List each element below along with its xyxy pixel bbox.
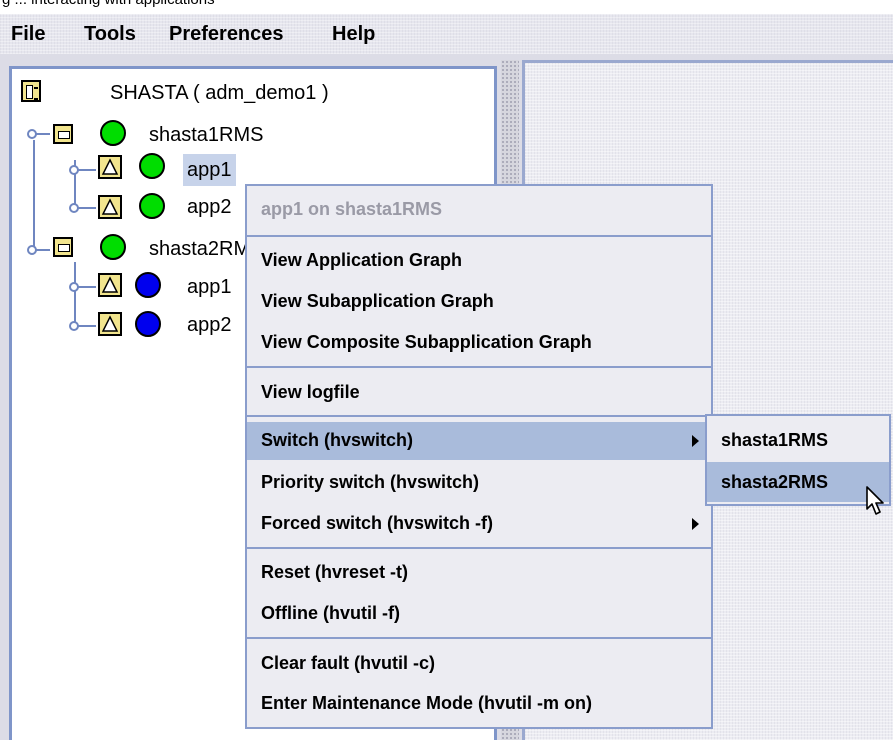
cluster-icon [21,80,41,102]
menu-item-label: Forced switch (hvswitch -f) [261,513,494,533]
submenu-arrow-icon [692,518,699,530]
menu-separator [247,637,711,639]
menu-item-forced-switch[interactable]: Forced switch (hvswitch -f) [247,505,711,543]
tree-root-label[interactable]: SHASTA ( adm_demo1 ) [110,82,329,105]
application-icon [98,155,122,179]
menu-item-label: View logfile [261,382,360,402]
menu-separator [247,235,711,237]
menu-item-view-composite-subapplication-graph[interactable]: View Composite Subapplication Graph [247,324,711,362]
menu-item-view-application-graph[interactable]: View Application Graph [247,242,711,280]
context-menu-header: app1 on shasta1RMS [247,191,711,229]
menu-item-clear-fault[interactable]: Clear fault (hvutil -c) [247,645,711,683]
menu-separator [247,366,711,368]
status-online-icon [100,234,126,260]
tree-node-label[interactable]: app2 [187,314,232,337]
menu-item-switch[interactable]: Switch (hvswitch) [247,422,711,460]
tree-line [74,262,76,326]
mouse-cursor-icon [866,486,884,515]
menu-separator [247,415,711,417]
menu-file[interactable]: File [11,23,45,46]
menu-item-label: Clear fault (hvutil -c) [261,653,436,673]
menu-tools[interactable]: Tools [84,23,136,46]
top-caption-strip: g ... interacting with applications [0,0,893,14]
context-menu: app1 on shasta1RMS View Application Grap… [245,184,713,729]
tree-node-label-selected[interactable]: app1 [183,154,236,186]
expand-handle-icon[interactable] [68,164,96,176]
tree-node-label[interactable]: app1 [187,276,232,299]
menu-preferences[interactable]: Preferences [169,23,284,46]
menu-item-label: Priority switch (hvswitch) [261,472,480,492]
expand-handle-icon[interactable] [26,244,50,256]
switch-submenu: shasta1RMS shasta2RMS [705,414,891,506]
status-online-icon [139,193,165,219]
menu-item-label: Enter Maintenance Mode (hvutil -m on) [261,693,593,713]
status-offline-icon [135,272,161,298]
menu-item-label: View Composite Subapplication Graph [261,332,592,352]
server-icon [53,124,73,144]
menu-help[interactable]: Help [332,23,375,46]
submenu-item-label: shasta1RMS [721,430,829,450]
menu-item-label: View Application Graph [261,250,463,270]
menu-separator [247,547,711,549]
tree-line [33,140,35,252]
top-caption-text: g ... interacting with applications [2,0,215,8]
submenu-item-label: shasta2RMS [721,472,829,492]
submenu-item-shasta2rms[interactable]: shasta2RMS [707,462,889,502]
expand-handle-icon[interactable] [68,320,96,332]
menu-item-label: Switch (hvswitch) [261,430,414,450]
submenu-item-shasta1rms[interactable]: shasta1RMS [707,420,889,460]
tree-node-label[interactable]: shasta1RMS [149,124,264,147]
status-offline-icon [135,311,161,337]
menubar: File Tools Preferences Help [0,14,893,54]
server-icon [53,237,73,257]
status-online-icon [100,120,126,146]
menu-item-view-subapplication-graph[interactable]: View Subapplication Graph [247,283,711,321]
application-icon [98,273,122,297]
submenu-arrow-icon [692,435,699,447]
tree-node-label[interactable]: app2 [187,196,232,219]
menu-item-enter-maintenance-mode[interactable]: Enter Maintenance Mode (hvutil -m on) [247,685,711,723]
menu-item-offline[interactable]: Offline (hvutil -f) [247,595,711,633]
menu-item-label: Offline (hvutil -f) [261,603,400,623]
menu-item-view-logfile[interactable]: View logfile [247,374,711,412]
expand-handle-icon[interactable] [68,202,96,214]
status-online-icon [139,153,165,179]
menu-item-priority-switch[interactable]: Priority switch (hvswitch) [247,464,711,502]
expand-handle-icon[interactable] [26,128,50,140]
menu-item-label: View Subapplication Graph [261,291,494,311]
context-menu-header-label: app1 on shasta1RMS [261,199,443,219]
application-icon [98,312,122,336]
expand-handle-icon[interactable] [68,281,96,293]
application-icon [98,195,122,219]
menu-item-label: Reset (hvreset -t) [261,562,409,582]
menu-item-reset[interactable]: Reset (hvreset -t) [247,554,711,592]
